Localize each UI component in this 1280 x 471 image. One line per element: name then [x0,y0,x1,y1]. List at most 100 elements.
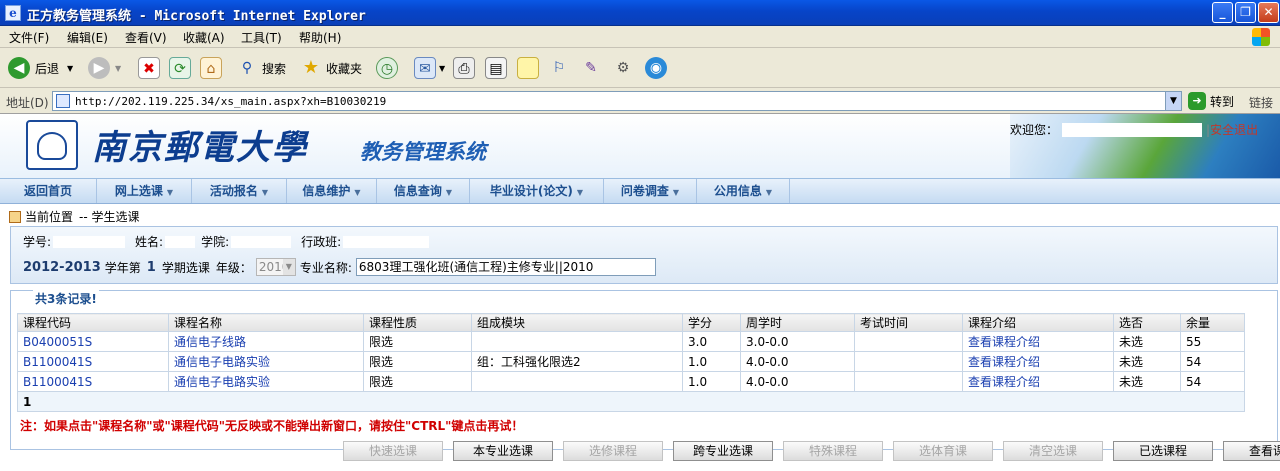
window-title: 正方教务管理系统 - Microsoft Internet Explorer [27,9,366,24]
messenger-button[interactable]: ⚐ [548,56,570,80]
system-name: 教务管理系统 [360,140,486,164]
nav-label: 信息查询 [393,184,442,198]
nav-info-query[interactable]: 信息查询 ▼ [377,179,470,203]
history-icon: ◷ [376,57,398,79]
col-header-intro[interactable]: 课程介绍 [962,313,1114,332]
chevron-down-icon[interactable]: ▼ [1165,92,1181,110]
menu-favorites[interactable]: 收藏(A) [183,29,225,46]
course-selected: 未选 [1113,351,1181,372]
address-label: 地址(D) [6,96,49,110]
menu-tools[interactable]: 工具(T) [241,29,282,46]
maximize-button[interactable]: ❐ [1235,2,1256,23]
course-name-link[interactable]: 通信电子电路实验 [174,355,270,369]
address-url[interactable]: http://202.119.225.34/xs_main.aspx?xh=B1… [75,95,386,108]
col-header-credit[interactable]: 学分 [682,313,741,332]
course-code-link[interactable]: B0400051S [23,335,92,349]
links-button[interactable]: 链接 [1249,94,1273,111]
major-field[interactable]: 6803理工强化班(通信工程)主修专业||2010 [355,258,656,276]
user-name-mask [1062,122,1203,137]
col-header-type[interactable]: 课程性质 [363,313,472,332]
home-icon [9,210,21,223]
course-name-link[interactable]: 通信电子线路 [174,335,246,349]
col-header-name[interactable]: 课程名称 [168,313,364,332]
view-timetable-button[interactable]: 查看课表 [1223,441,1280,461]
refresh-icon: ⟳ [169,57,191,79]
course-code-link[interactable]: B1100041S [23,355,92,369]
student-name-mask [165,235,196,248]
search-button[interactable]: ⚲ 搜索 [236,56,286,80]
stop-button[interactable]: ✖ [138,56,160,80]
selected-courses-button[interactable]: 已选课程 [1113,441,1213,461]
chevron-down-icon: ▼ [672,188,680,197]
logout-link[interactable]: 安全退出 [1210,121,1258,138]
go-button[interactable]: ➜ 转到 [1188,92,1234,110]
pager-page-number[interactable]: 1 [17,391,1245,412]
course-module: 组：工科强化限选2 [471,351,683,372]
windows-logo-icon [1252,28,1270,46]
address-bar: 地址(D) http://202.119.225.34/xs_main.aspx… [0,88,1280,114]
cross-major-select-button[interactable]: 跨专业选课 [673,441,773,461]
table-row: B1100041S 通信电子电路实验 限选 组：工科强化限选2 1.0 4.0-… [17,351,1245,372]
forward-button[interactable]: ▶ ▼ [88,56,121,80]
refresh-button[interactable]: ⟳ [169,56,191,80]
nav-label: 公用信息 [713,184,762,198]
print-button[interactable]: ⎙ [453,56,475,80]
col-header-module[interactable]: 组成模块 [471,313,683,332]
main-nav: 返回首页 网上选课 ▼ 活动报名 ▼ 信息维护 ▼ 信息查询 ▼ 毕业设计(论文) ▼ 问… [0,178,1280,204]
course-selected: 未选 [1113,371,1181,392]
address-input[interactable]: http://202.119.225.34/xs_main.aspx?xh=B1… [52,91,1182,111]
class-label: 行政班: [301,235,342,249]
col-header-selected[interactable]: 选否 [1113,313,1181,332]
menu-view[interactable]: 查看(V) [125,29,167,46]
qq-button[interactable]: ◉ [645,56,667,80]
title-bar[interactable]: e 正方教务管理系统 - Microsoft Internet Explorer… [0,0,1280,26]
favorites-button[interactable]: ★ 收藏夹 [300,56,362,80]
nav-activity-signup[interactable]: 活动报名 ▼ [192,179,287,203]
course-intro-link[interactable]: 查看课程介绍 [968,375,1040,389]
course-intro-link[interactable]: 查看课程介绍 [968,355,1040,369]
close-button[interactable]: ✕ [1258,2,1279,23]
chevron-down-icon[interactable]: ▼ [439,64,445,73]
minimize-button[interactable]: _ [1212,2,1233,23]
course-name-link[interactable]: 通信电子电路实验 [174,375,270,389]
discuss-button[interactable] [517,56,539,80]
menu-edit[interactable]: 编辑(E) [67,29,108,46]
university-logo [26,120,78,170]
research-button[interactable]: ✎ [580,56,602,80]
course-hours: 4.0-0.0 [740,351,855,372]
history-button[interactable]: ◷ [376,56,398,80]
term-suffix: 学期选课 [161,260,210,275]
home-button[interactable]: ⌂ [200,56,222,80]
nav-public-info[interactable]: 公用信息 ▼ [697,179,790,203]
nav-label: 问卷调查 [620,184,669,198]
menu-help[interactable]: 帮助(H) [299,29,341,46]
course-type: 限选 [363,351,472,372]
search-icon: ⚲ [241,60,253,76]
nav-home[interactable]: 返回首页 [0,179,97,203]
col-header-hours[interactable]: 周学时 [740,313,855,332]
tools-button[interactable]: ⚙ [612,56,634,80]
nav-survey[interactable]: 问卷调查 ▼ [604,179,697,203]
major-course-select-button[interactable]: 本专业选课 [453,441,553,461]
go-label: 转到 [1210,94,1235,109]
nav-label: 信息维护 [302,184,351,198]
grade-select[interactable]: 2010 ▼ [255,258,296,276]
col-header-code[interactable]: 课程代码 [17,313,169,332]
nav-course-selection[interactable]: 网上选课 ▼ [97,179,192,203]
back-button[interactable]: ◀ 后退 ▼ [8,56,73,80]
course-credit: 3.0 [682,331,741,352]
mail-button[interactable]: ✉ ▼ [414,56,445,80]
course-intro-link[interactable]: 查看课程介绍 [968,335,1040,349]
chevron-down-icon[interactable]: ▼ [67,64,73,73]
course-code-link[interactable]: B1100041S [23,375,92,389]
menu-file[interactable]: 文件(F) [9,29,49,46]
term-row: 2012-2013 学年第 1 学期选课 年级： 2010 ▼ 专业名称: 680… [23,258,656,276]
nav-graduation-design[interactable]: 毕业设计(论文) ▼ [470,179,604,203]
nav-info-maintenance[interactable]: 信息维护 ▼ [287,179,377,203]
col-header-remain[interactable]: 余量 [1180,313,1245,332]
browser-window: e 正方教务管理系统 - Microsoft Internet Explorer… [0,0,1280,471]
col-header-exam[interactable]: 考试时间 [854,313,963,332]
edit-button[interactable]: ▤ [485,56,507,80]
edit-icon: ▤ [485,57,507,79]
chevron-down-icon[interactable]: ▼ [115,64,121,73]
